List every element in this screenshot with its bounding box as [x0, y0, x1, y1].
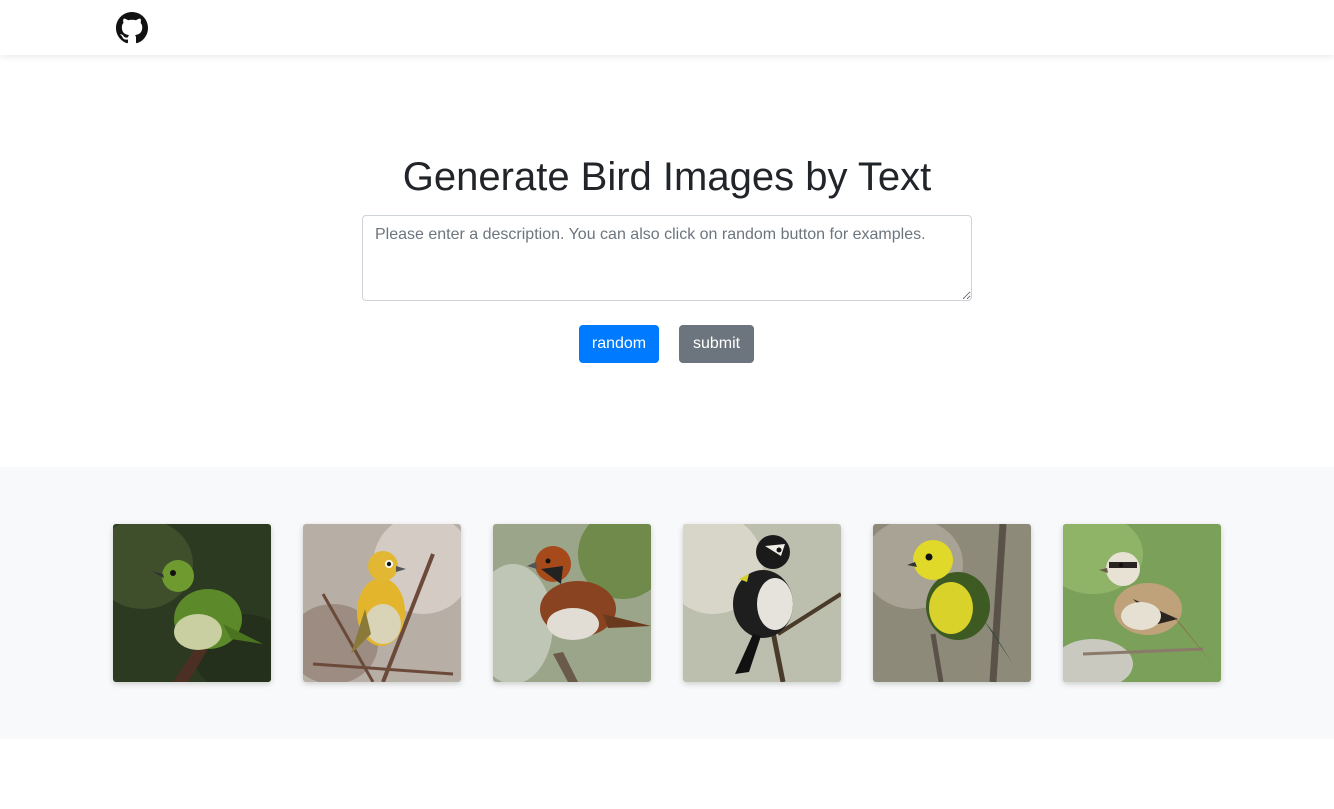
black-white-warbler-image	[683, 524, 841, 682]
rufous-sparrow-image	[493, 524, 651, 682]
green-bird-image	[113, 524, 271, 682]
description-input[interactable]	[362, 215, 972, 301]
generated-image-1	[113, 524, 271, 682]
generated-image-3	[493, 524, 651, 682]
hero-section: Generate Bird Images by Text random subm…	[0, 55, 1334, 467]
yellow-green-warbler-image	[873, 524, 1031, 682]
navbar	[0, 0, 1334, 55]
generated-image-5	[873, 524, 1031, 682]
generated-image-4	[683, 524, 841, 682]
submit-button[interactable]: submit	[679, 325, 754, 363]
page-title: Generate Bird Images by Text	[402, 155, 932, 199]
generated-images-gallery	[0, 467, 1334, 739]
github-icon	[116, 12, 148, 44]
generated-image-6	[1063, 524, 1221, 682]
generated-image-2	[303, 524, 461, 682]
github-link[interactable]	[116, 12, 148, 44]
random-button[interactable]: random	[579, 325, 659, 363]
yellow-bird-image	[303, 524, 461, 682]
striped-sparrow-image	[1063, 524, 1221, 682]
